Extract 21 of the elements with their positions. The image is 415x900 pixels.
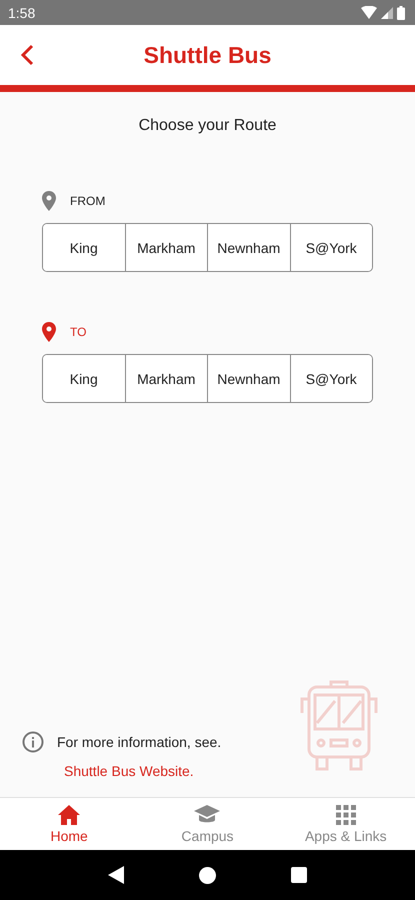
website-link[interactable]: Shuttle Bus Website. (64, 763, 222, 779)
route-prompt: Choose your Route (138, 117, 278, 135)
home-icon (58, 804, 80, 824)
campus-option[interactable]: S@York (290, 355, 372, 402)
info-text: For more information, see. (57, 734, 222, 750)
picker-label: TO (70, 325, 86, 339)
back-nav-icon[interactable] (108, 866, 124, 884)
campus-option[interactable]: S@York (290, 224, 372, 271)
battery-icon (397, 6, 405, 20)
home-nav-icon[interactable] (198, 866, 216, 884)
clock-time: 1:58 (8, 4, 36, 20)
grid-icon (336, 804, 356, 824)
picker-label: FROM (70, 194, 106, 208)
back-icon (20, 44, 34, 66)
recents-nav-icon[interactable] (291, 867, 308, 883)
info-icon (22, 731, 44, 753)
back-button[interactable] (20, 44, 34, 66)
signal-icon (381, 6, 393, 18)
wifi-icon (361, 6, 377, 19)
screen-title: Shuttle Bus (144, 42, 272, 68)
graduation-cap-icon (194, 804, 220, 824)
